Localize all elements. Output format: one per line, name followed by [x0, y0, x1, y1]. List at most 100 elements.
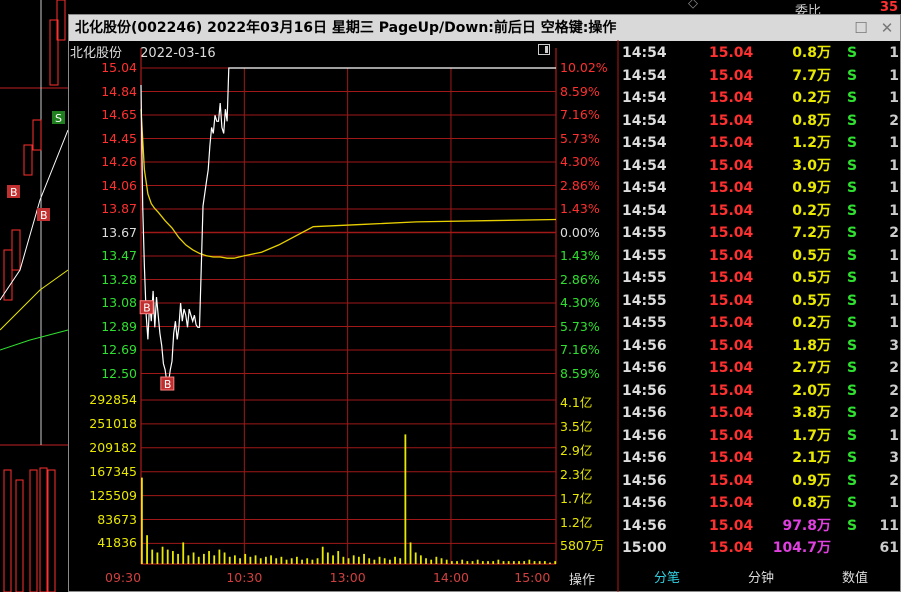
- tick-volume: 97.8万: [782, 517, 831, 534]
- tick-time: 14:56: [622, 517, 667, 534]
- tab-minutes[interactable]: 分钟: [715, 566, 807, 592]
- volume-bar: [141, 477, 143, 564]
- tick-time: 14:54: [622, 45, 667, 61]
- tick-side-flag: S: [847, 495, 858, 511]
- tick-price: 15.04: [709, 135, 754, 151]
- tick-time: 14:55: [622, 292, 667, 309]
- volume-bar: [363, 553, 365, 564]
- tick-time: 14:56: [622, 450, 667, 466]
- tick-time: 14:56: [622, 360, 667, 376]
- tick-time: 14:55: [622, 315, 667, 331]
- tick-row[interactable]: 14:54 15.04 0.9万 S 1: [621, 177, 901, 200]
- volume-bar: [549, 562, 551, 564]
- tick-volume: 0.2万: [792, 315, 831, 331]
- tick-row[interactable]: 14:54 15.04 7.7万 S 1: [621, 65, 901, 88]
- tick-side-flag: S: [847, 247, 858, 264]
- tick-side-flag: S: [847, 405, 858, 421]
- volume-bar: [409, 542, 412, 564]
- tick-price: 15.04: [709, 540, 754, 556]
- volume-bar: [507, 561, 510, 564]
- tick-volume: 0.2万: [792, 202, 831, 219]
- tick-side-flag: S: [847, 517, 858, 534]
- tick-row[interactable]: 14:54 15.04 0.8万 S 2: [621, 110, 901, 133]
- volume-bar: [280, 556, 283, 564]
- tick-row[interactable]: 14:56 15.04 0.8万 S 1: [621, 492, 901, 515]
- volume-bar: [512, 561, 515, 564]
- tick-side-flag: S: [847, 292, 858, 309]
- volume-bar: [399, 558, 402, 564]
- tick-row[interactable]: 14:55 15.04 0.5万 S 1: [621, 290, 901, 313]
- volume-bar: [156, 552, 159, 564]
- tick-row[interactable]: 14:56 15.04 1.8万 S 3: [621, 335, 901, 358]
- volume-bar: [171, 551, 174, 564]
- tick-row[interactable]: 14:56 15.04 1.7万 S 1: [621, 425, 901, 448]
- tick-volume: 0.5万: [792, 247, 831, 264]
- tick-row[interactable]: 14:54 15.04 3.0万 S 1: [621, 155, 901, 178]
- tick-row[interactable]: 14:55 15.04 0.2万 S 1: [621, 312, 901, 335]
- volume-bar: [146, 535, 148, 564]
- tick-time: 15:00: [622, 540, 667, 556]
- tick-volume: 7.2万: [792, 225, 831, 241]
- tick-side-flag: S: [847, 225, 858, 241]
- tick-side-flag: S: [847, 157, 858, 174]
- tab-trades[interactable]: 分笔: [621, 566, 713, 592]
- tick-row[interactable]: 14:56 15.04 0.9万 S 2: [621, 470, 901, 493]
- tick-count: 2: [889, 225, 899, 241]
- volume-bar: [275, 558, 278, 564]
- tick-row[interactable]: 14:56 15.04 97.8万 S 11: [621, 515, 901, 538]
- volume-bar: [182, 542, 185, 564]
- tick-row[interactable]: 14:54 15.04 1.2万 S 1: [621, 132, 901, 155]
- tick-row[interactable]: 14:55 15.04 0.5万 S 1: [621, 267, 901, 290]
- volume-bar: [326, 552, 329, 564]
- tick-volume: 0.2万: [792, 90, 831, 106]
- volume-bar: [445, 559, 448, 564]
- volume-bar: [202, 553, 205, 564]
- ops-button[interactable]: 操作: [569, 569, 595, 588]
- tick-side-flag: S: [847, 337, 858, 354]
- tick-row[interactable]: 14:54 15.04 0.8万 S 1: [621, 42, 901, 65]
- tick-price: 15.04: [709, 315, 754, 331]
- tick-price: 15.04: [709, 517, 754, 534]
- volume-bar: [461, 559, 464, 564]
- volume-bar: [440, 558, 443, 564]
- tick-volume: 0.9万: [792, 472, 831, 489]
- tick-side-flag: S: [847, 360, 858, 376]
- tick-count: 1: [889, 90, 899, 106]
- tick-price: 15.04: [709, 112, 754, 129]
- tick-count: 1: [889, 157, 899, 174]
- tick-count: 1: [889, 67, 899, 84]
- tick-volume: 7.7万: [792, 67, 831, 84]
- tick-row[interactable]: 14:55 15.04 0.5万 S 1: [621, 245, 901, 268]
- tick-row[interactable]: 14:56 15.04 3.8万 S 2: [621, 402, 901, 425]
- volume-bar: [425, 558, 427, 564]
- buy-marker-label: B: [164, 378, 172, 391]
- tick-row[interactable]: 14:54 15.04 0.2万 S 1: [621, 200, 901, 223]
- tick-count: 11: [879, 517, 899, 534]
- tick-price: 15.04: [709, 90, 754, 106]
- tick-side-flag: S: [847, 180, 858, 196]
- tick-volume: 1.2万: [792, 135, 831, 151]
- volume-bar: [249, 556, 252, 564]
- volume-bar: [295, 556, 298, 564]
- volume-bar: [430, 559, 433, 564]
- tick-row[interactable]: 14:55 15.04 7.2万 S 2: [621, 222, 901, 245]
- tab-values[interactable]: 数值: [809, 566, 901, 592]
- trade-tick-list[interactable]: 14:54 15.04 0.8万 S 1 14:54 15.04 7.7万 S 1 14:54 15.…: [621, 42, 901, 560]
- tick-row[interactable]: 14:56 15.04 2.7万 S 2: [621, 357, 901, 380]
- tick-row[interactable]: 14:56 15.04 2.1万 S 3: [621, 447, 901, 470]
- volume-bar: [404, 434, 407, 564]
- tick-row[interactable]: 15:00 15.04 104.7万 61: [621, 537, 901, 560]
- volume-bar: [492, 561, 495, 564]
- tick-row[interactable]: 14:56 15.04 2.0万 S 2: [621, 380, 901, 403]
- volume-bar: [466, 561, 469, 564]
- tick-time: 14:54: [622, 202, 667, 219]
- tick-time: 14:56: [622, 495, 667, 511]
- tick-time: 14:55: [622, 270, 667, 286]
- tick-time: 14:56: [622, 382, 667, 399]
- tick-row[interactable]: 14:54 15.04 0.2万 S 1: [621, 87, 901, 110]
- volume-bar: [383, 558, 386, 564]
- tick-volume: 0.8万: [792, 112, 831, 129]
- volume-bar: [228, 556, 231, 564]
- tick-volume: 1.8万: [792, 337, 831, 354]
- volume-bar: [187, 555, 190, 564]
